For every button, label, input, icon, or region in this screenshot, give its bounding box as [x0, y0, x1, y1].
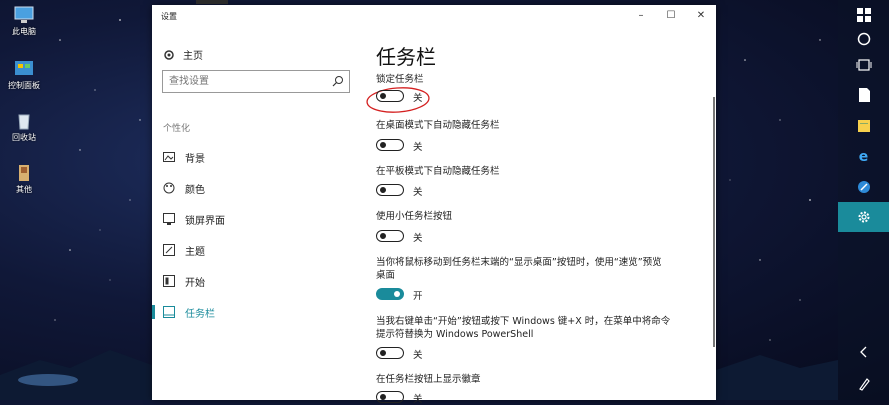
- nav-item-label: 主题: [185, 246, 205, 258]
- desktop-icon-label: 其他: [16, 185, 32, 194]
- page-title: 任务栏: [376, 45, 436, 69]
- setting-label-lock-taskbar: 锁定任务栏: [376, 74, 424, 85]
- toggle-state-text: 开: [413, 291, 423, 302]
- toggle-lock-taskbar[interactable]: [376, 90, 404, 102]
- document-icon: [858, 88, 870, 102]
- toggle-state-text: 关: [413, 350, 423, 361]
- theme-icon: [163, 244, 175, 256]
- document-app-button[interactable]: [838, 80, 889, 110]
- nav-item-label: 任务栏: [185, 308, 215, 320]
- nav-item-label: 开始: [185, 277, 205, 289]
- toggle-state-text: 关: [413, 187, 423, 198]
- toggle-powershell[interactable]: [376, 347, 404, 359]
- desktop-icon-label: 此电脑: [12, 27, 36, 36]
- toggle-state-text: 关: [413, 233, 423, 244]
- desktop-icon-control-panel[interactable]: 控制面板: [4, 60, 44, 91]
- search-box[interactable]: [162, 70, 350, 93]
- desktop-icon-computer[interactable]: 此电脑: [4, 6, 44, 37]
- sticky-note-icon: [857, 120, 870, 132]
- toggle-state-text: 关: [413, 142, 423, 153]
- nav-item-label: 颜色: [185, 184, 205, 196]
- window-title: 设置: [161, 12, 177, 21]
- nav-item-start[interactable]: 开始: [152, 270, 362, 292]
- nav-item-lock-screen[interactable]: 锁屏界面: [152, 208, 362, 230]
- toggle-state-text: 关: [413, 394, 423, 405]
- toggle-peek[interactable]: [376, 288, 404, 300]
- setting-label-autohide-desktop: 在桌面模式下自动隐藏任务栏: [376, 120, 500, 131]
- setting-label-peek: 当你将鼠标移动到任务栏末端的“显示桌面”按钮时，使用“速览”预览桌面: [376, 257, 662, 281]
- settings-content: 任务栏 锁定任务栏 关 在桌面模式下自动隐藏任务栏 关 在平板模式下自动隐藏任务…: [366, 27, 706, 405]
- pen-icon: [858, 378, 870, 391]
- toggle-autohide-desktop[interactable]: [376, 139, 404, 151]
- title-bar[interactable]: 设置 – ☐ ✕: [152, 0, 716, 27]
- nav-home[interactable]: 主页: [163, 47, 203, 62]
- desktop-icon-label: 回收站: [12, 133, 36, 142]
- desktop-icon-other[interactable]: 其他: [4, 164, 44, 195]
- control-panel-icon: [15, 61, 33, 75]
- palette-icon: [163, 182, 175, 194]
- tablet-action-panel: e: [838, 0, 889, 400]
- toggle-knob: [380, 233, 386, 239]
- settings-window: 设置 – ☐ ✕ 主页 个性化 背景 颜色 锁屏界面 主题: [152, 0, 716, 405]
- setting-label-autohide-tablet: 在平板模式下自动隐藏任务栏: [376, 166, 500, 177]
- chevron-left-icon: [859, 346, 866, 358]
- minimize-button[interactable]: –: [630, 8, 652, 24]
- folder-icon: [19, 165, 29, 181]
- nav-item-colors[interactable]: 颜色: [152, 177, 362, 199]
- setting-label-powershell: 当我右键单击“开始”按钮或按下 Windows 键+X 时，在菜单中将命令提示符…: [376, 316, 671, 340]
- settings-app-button[interactable]: [838, 202, 889, 232]
- nav-item-taskbar[interactable]: 任务栏: [152, 301, 362, 323]
- image-icon: [163, 151, 175, 163]
- desktop-icon-label: 控制面板: [8, 81, 40, 90]
- app-button[interactable]: [838, 172, 889, 202]
- taskbar-icon: [163, 306, 175, 318]
- task-view-icon: [856, 59, 871, 71]
- active-indicator: [152, 305, 155, 319]
- toggle-knob: [380, 93, 386, 99]
- show-more-button[interactable]: [838, 340, 889, 364]
- scrollbar[interactable]: [713, 97, 715, 347]
- close-button[interactable]: ✕: [690, 8, 712, 24]
- nav-item-background[interactable]: 背景: [152, 146, 362, 168]
- gear-icon: [164, 49, 174, 60]
- app-icon: [857, 181, 870, 193]
- recycle-bin-icon: [18, 114, 30, 130]
- toggle-knob: [380, 350, 386, 356]
- circle-icon: [857, 32, 870, 46]
- search-icon[interactable]: [332, 75, 344, 87]
- toggle-autohide-tablet[interactable]: [376, 184, 404, 196]
- desktop-icon-recycle-bin[interactable]: 回收站: [4, 112, 44, 143]
- task-view-button[interactable]: [838, 50, 889, 80]
- nav-item-label: 锁屏界面: [185, 215, 225, 227]
- taskbar-thumb-accent: [196, 0, 228, 4]
- nav-item-themes[interactable]: 主题: [152, 239, 362, 261]
- setting-label-badges: 在任务栏按钮上显示徽章: [376, 374, 481, 385]
- computer-icon: [14, 6, 34, 23]
- search-input[interactable]: [169, 71, 329, 91]
- toggle-small-buttons[interactable]: [376, 230, 404, 242]
- edge-icon: e: [858, 149, 869, 165]
- maximize-button[interactable]: ☐: [660, 8, 682, 24]
- settings-nav: 主页 个性化 背景 颜色 锁屏界面 主题 开始 任务: [152, 27, 362, 400]
- setting-label-small-buttons: 使用小任务栏按钮: [376, 211, 453, 222]
- pen-workspace-button[interactable]: [838, 372, 889, 396]
- toggle-state-text: 关: [413, 93, 423, 104]
- toggle-knob: [394, 291, 400, 297]
- toggle-knob: [380, 187, 386, 193]
- nav-section-label: 个性化: [163, 124, 191, 134]
- toggle-badges[interactable]: [376, 391, 404, 403]
- start-icon: [163, 275, 175, 287]
- toggle-knob: [380, 394, 386, 400]
- toggle-knob: [380, 142, 386, 148]
- windows-icon: [856, 8, 871, 22]
- settings-icon: [858, 211, 869, 223]
- edge-button[interactable]: e: [838, 142, 889, 172]
- home-label: 主页: [183, 51, 203, 62]
- sticky-notes-button[interactable]: [838, 111, 889, 141]
- lock-screen-icon: [163, 213, 175, 225]
- nav-item-label: 背景: [185, 153, 205, 165]
